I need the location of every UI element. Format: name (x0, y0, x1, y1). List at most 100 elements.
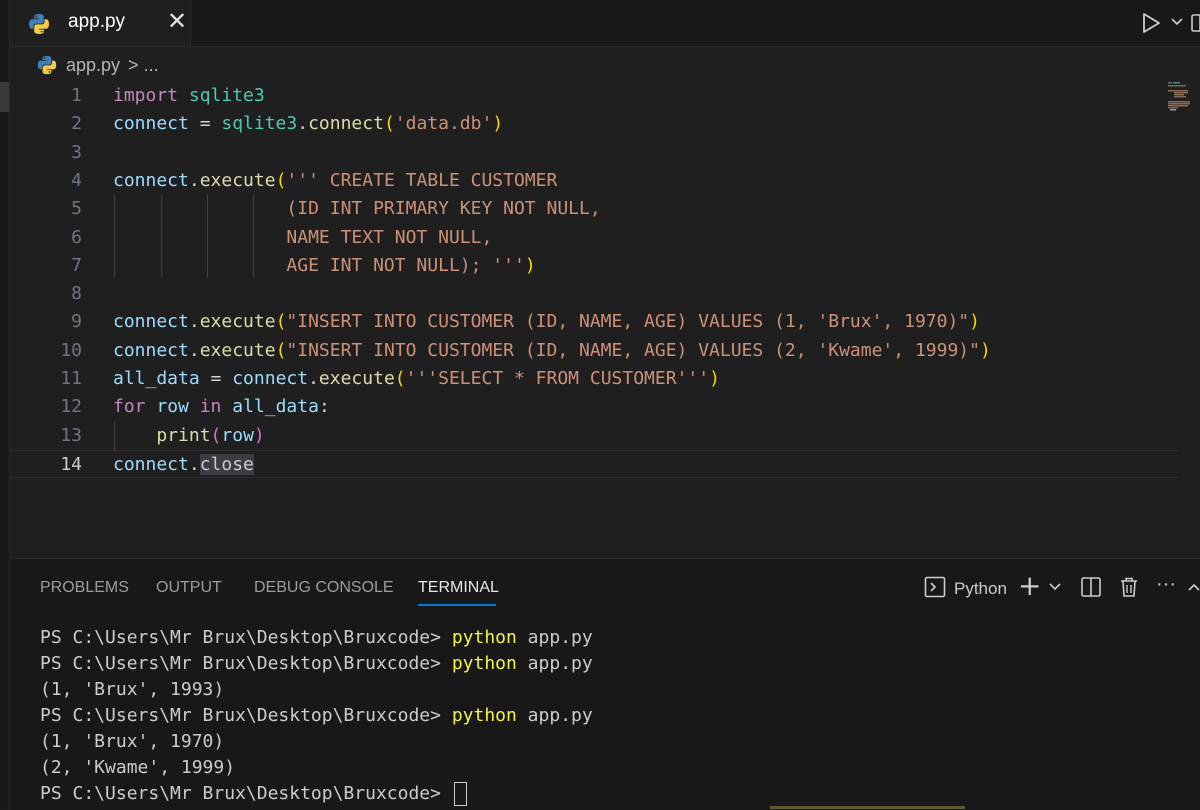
terminal-prompt: PS C:\Users\Mr Brux\Desktop\Bruxcode> (40, 705, 452, 726)
code-token: row (221, 424, 254, 446)
code-token: . (297, 113, 309, 135)
code-line[interactable]: 4 connect.execute(''' CREATE TABLE CUSTOM… (10, 167, 1178, 195)
trash-icon[interactable] (1118, 575, 1140, 599)
code-token: = (188, 113, 222, 135)
python-icon (37, 55, 57, 75)
code-token: "INSERT INTO CUSTOMER (ID, NAME, AGE) VA… (286, 339, 980, 361)
code-line[interactable]: 1 import sqlite3 (10, 82, 1178, 110)
line-number: 9 (71, 311, 82, 333)
code-text: connect = sqlite3.connect('data.db') (113, 110, 503, 138)
code-token: ) (709, 368, 720, 389)
code-editor[interactable]: 1 import sqlite3 2 connect = sqlite3.connec… (10, 82, 1200, 558)
terminal-cursor (453, 782, 467, 806)
code-token: NAME TEXT NOT NULL, (113, 226, 493, 248)
code-token: ( (275, 169, 287, 191)
line-number: 3 (71, 141, 82, 163)
code-token: connect (113, 339, 189, 361)
breadcrumb-separator: > (128, 54, 139, 75)
code-token: print (156, 424, 211, 446)
code-text: AGE INT NOT NULL); ''') (113, 252, 535, 280)
tab-terminal[interactable]: TERMINAL (418, 579, 499, 597)
code-text: print(row) (113, 422, 264, 450)
chevron-up-icon[interactable] (1188, 577, 1200, 597)
chevron-down-icon[interactable] (1048, 577, 1062, 597)
code-line[interactable]: 7 AGE INT NOT NULL); ''') (10, 252, 1178, 280)
breadcrumb-file[interactable]: app.py (66, 55, 120, 76)
breadcrumb: app.py > ... (36, 52, 159, 78)
line-number: 12 (60, 396, 82, 418)
code-text: connect.execute("INSERT INTO CUSTOMER (I… (113, 337, 991, 365)
line-number: 2 (71, 113, 82, 135)
terminal-line: PS C:\Users\Mr Brux\Desktop\Bruxcode> py… (40, 625, 593, 651)
code-line[interactable]: 2 connect = sqlite3.connect('data.db') (10, 110, 1178, 138)
terminal-line: (1, 'Brux', 1970) (40, 729, 593, 755)
code-line[interactable]: 3 (10, 139, 1178, 167)
code-token: sqlite3 (221, 113, 298, 135)
code-token: import (113, 85, 189, 106)
split-terminal-icon[interactable] (1080, 575, 1102, 599)
code-token: AGE INT NOT NULL); ''' (113, 254, 525, 276)
terminal-icon[interactable] (923, 575, 947, 599)
terminal-prompt: (2, 'Kwame', 1999) (40, 757, 236, 778)
terminal-output[interactable]: PS C:\Users\Mr Brux\Desktop\Bruxcode> py… (40, 625, 593, 807)
code-text: (ID INT PRIMARY KEY NOT NULL, (113, 195, 600, 223)
code-token: ( (383, 113, 395, 135)
more-actions-icon[interactable]: ··· (1156, 573, 1176, 596)
indent-guide (161, 194, 162, 278)
code-token: connect (113, 453, 189, 475)
terminal-prompt: PS C:\Users\Mr Brux\Desktop\Bruxcode> (40, 627, 452, 648)
close-icon[interactable]: ✕ (167, 7, 187, 36)
code-line[interactable]: 14 connect.close (10, 449, 1178, 479)
code-token: ) (492, 113, 504, 135)
code-token: ( (210, 424, 222, 446)
split-editor-icon[interactable] (1190, 12, 1200, 34)
terminal-args: app.py (516, 627, 593, 648)
terminal-line: (1, 'Brux', 1993) (40, 677, 593, 703)
code-line[interactable]: 11 all_data = connect.execute('''SELECT *… (10, 365, 1178, 393)
code-token: ) (969, 311, 980, 333)
code-line[interactable]: 8 (10, 280, 1178, 308)
active-tab-indicator (418, 604, 496, 606)
code-line[interactable]: 9 connect.execute("INSERT INTO CUSTOMER (… (10, 308, 1178, 336)
code-token: connect (113, 311, 189, 333)
code-line[interactable]: 6 NAME TEXT NOT NULL, (10, 224, 1178, 252)
code-token: 'data.db' (394, 113, 493, 135)
activity-bar-edge (0, 0, 10, 809)
tab-output[interactable]: OUTPUT (156, 579, 222, 597)
line-number: 6 (71, 226, 82, 248)
add-terminal-icon[interactable]: + (1018, 569, 1041, 602)
tab-label: app.py (68, 11, 126, 32)
code-line[interactable]: 12 for row in all_data: (10, 393, 1178, 421)
code-text: connect.close (113, 451, 254, 479)
tab-problems[interactable]: PROBLEMS (40, 579, 129, 597)
code-token: execute (199, 339, 276, 361)
indent-guide (114, 194, 115, 278)
breadcrumb-more[interactable]: ... (144, 55, 159, 76)
terminal-name[interactable]: Python (954, 579, 1007, 599)
terminal-args: app.py (516, 705, 593, 726)
line-number: 1 (71, 85, 82, 106)
terminal-prompt: (1, 'Brux', 1970) (40, 731, 225, 752)
code-token: = (199, 368, 233, 389)
code-token: . (308, 368, 319, 389)
play-icon[interactable] (1138, 10, 1164, 36)
code-token: connect (308, 113, 384, 135)
code-line[interactable]: 13 print(row) (10, 422, 1178, 450)
activity-indicator (0, 82, 9, 112)
chevron-down-icon[interactable] (1170, 9, 1184, 35)
tab-app-py[interactable]: app.py ✕ (10, 0, 191, 46)
code-token: close (199, 453, 254, 475)
code-token: all_data (113, 368, 200, 389)
code-token: execute (318, 368, 395, 389)
code-line[interactable]: 10 connect.execute("INSERT INTO CUSTOMER … (10, 337, 1178, 365)
code-line[interactable]: 5 (ID INT PRIMARY KEY NOT NULL, (10, 195, 1178, 223)
terminal-prompt: PS C:\Users\Mr Brux\Desktop\Bruxcode> (40, 783, 452, 804)
code-token: connect (113, 113, 189, 135)
line-number: 14 (60, 453, 82, 475)
terminal-line: PS C:\Users\Mr Brux\Desktop\Bruxcode> (40, 781, 593, 807)
code-text: all_data = connect.execute('''SELECT * F… (113, 365, 720, 393)
indent-guide (207, 194, 208, 278)
code-token: sqlite3 (188, 85, 265, 106)
tab-debug-console[interactable]: DEBUG CONSOLE (254, 579, 394, 597)
code-token: connect (232, 368, 309, 389)
